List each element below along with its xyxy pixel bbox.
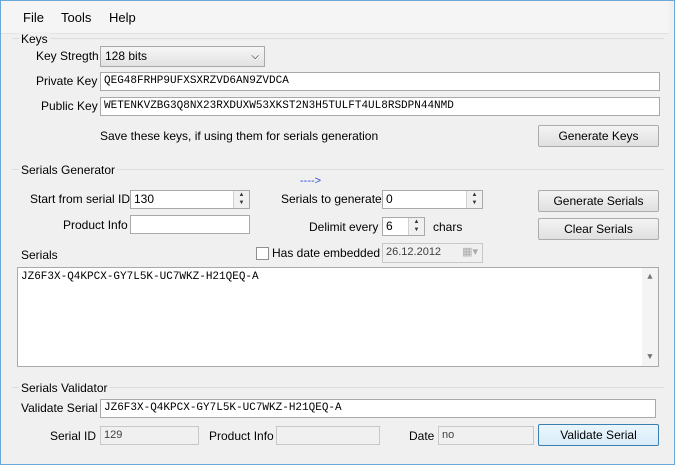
validator-group-title: Serials Validator bbox=[19, 381, 110, 395]
spin-buttons[interactable]: ▲ ▼ bbox=[408, 218, 424, 235]
generate-keys-button[interactable]: Generate Keys bbox=[538, 125, 659, 147]
spin-down-icon[interactable]: ▼ bbox=[409, 226, 424, 234]
key-strength-select[interactable]: 128 bits ⌵ bbox=[100, 46, 265, 67]
delimit-stepper[interactable]: 6 ▲ ▼ bbox=[382, 217, 425, 236]
clear-serials-button[interactable]: Clear Serials bbox=[538, 218, 659, 240]
spin-up-icon[interactable]: ▲ bbox=[234, 191, 249, 199]
menu-file[interactable]: File bbox=[23, 10, 44, 25]
key-strength-label: Key Stregth bbox=[36, 49, 99, 63]
public-key-field[interactable]: WETENKVZBG3Q8NX23RXDUXW53XKST2N3H5TULFT4… bbox=[100, 97, 660, 116]
keys-group-title: Keys bbox=[19, 32, 50, 46]
serials-scrollbar[interactable]: ▲ ▼ bbox=[642, 268, 658, 366]
serials-text: JZ6F3X-Q4KPCX-GY7L5K-UC7WKZ-H21QEQ-A bbox=[21, 271, 259, 283]
serials-label: Serials bbox=[21, 248, 58, 262]
validate-serial-button[interactable]: Validate Serial bbox=[538, 424, 659, 446]
main-window: File Tools Help Keys Key Stregth 128 bit… bbox=[0, 0, 675, 465]
generator-group-title: Serials Generator bbox=[19, 163, 118, 177]
serials-to-generate-value: 0 bbox=[386, 192, 393, 206]
serials-to-generate-stepper[interactable]: 0 ▲ ▼ bbox=[382, 190, 483, 209]
date-picker[interactable]: 26.12.2012 ▦▾ bbox=[382, 243, 483, 263]
validator-date-label: Date bbox=[409, 429, 435, 443]
generate-serials-button[interactable]: Generate Serials bbox=[538, 190, 659, 212]
has-date-label: Has date embedded bbox=[272, 246, 381, 260]
arrow-hint: ----> bbox=[300, 175, 322, 187]
delimit-label: Delimit every bbox=[309, 220, 379, 234]
validator-product-info-label: Product Info bbox=[209, 429, 274, 443]
validator-date-field: no bbox=[438, 426, 534, 445]
scroll-up-icon[interactable]: ▲ bbox=[642, 272, 658, 282]
date-picker-value: 26.12.2012 bbox=[386, 246, 442, 258]
product-info-field[interactable] bbox=[130, 215, 250, 234]
menu-bar: File Tools Help bbox=[1, 1, 669, 34]
menu-help[interactable]: Help bbox=[109, 10, 136, 25]
spin-buttons[interactable]: ▲ ▼ bbox=[233, 191, 249, 208]
spin-down-icon[interactable]: ▼ bbox=[234, 199, 249, 207]
serial-id-label: Serial ID bbox=[50, 429, 97, 443]
has-date-checkbox[interactable] bbox=[256, 247, 269, 260]
serials-textarea[interactable]: JZ6F3X-Q4KPCX-GY7L5K-UC7WKZ-H21QEQ-A ▲ ▼ bbox=[17, 267, 659, 367]
spin-up-icon[interactable]: ▲ bbox=[409, 218, 424, 226]
save-keys-hint: Save these keys, if using them for seria… bbox=[100, 129, 379, 143]
spin-down-icon[interactable]: ▼ bbox=[467, 199, 482, 207]
chars-label: chars bbox=[433, 220, 463, 234]
private-key-label: Private Key bbox=[36, 74, 98, 88]
calendar-icon[interactable]: ▦▾ bbox=[462, 244, 478, 261]
key-strength-value: 128 bits bbox=[105, 49, 148, 63]
product-info-label: Product Info bbox=[63, 218, 128, 232]
public-key-label: Public Key bbox=[41, 99, 98, 113]
serial-id-field: 129 bbox=[100, 426, 199, 445]
start-serial-stepper[interactable]: 130 ▲ ▼ bbox=[130, 190, 250, 209]
start-serial-value: 130 bbox=[134, 192, 155, 206]
start-serial-label: Start from serial ID bbox=[30, 192, 131, 206]
private-key-field[interactable]: QEG48FRHP9UFXSXRZVD6AN9ZVDCA bbox=[100, 72, 660, 91]
serials-to-generate-label: Serials to generate bbox=[281, 192, 382, 206]
spin-buttons[interactable]: ▲ ▼ bbox=[466, 191, 482, 208]
validate-serial-label: Validate Serial bbox=[21, 401, 98, 415]
validator-group bbox=[12, 387, 664, 458]
chevron-down-icon: ⌵ bbox=[251, 51, 259, 62]
validator-product-info-field bbox=[276, 426, 380, 445]
delimit-value: 6 bbox=[386, 219, 393, 233]
menu-tools[interactable]: Tools bbox=[61, 10, 91, 25]
spin-up-icon[interactable]: ▲ bbox=[467, 191, 482, 199]
scroll-down-icon[interactable]: ▼ bbox=[642, 352, 658, 362]
validate-serial-field[interactable]: JZ6F3X-Q4KPCX-GY7L5K-UC7WKZ-H21QEQ-A bbox=[100, 399, 656, 418]
